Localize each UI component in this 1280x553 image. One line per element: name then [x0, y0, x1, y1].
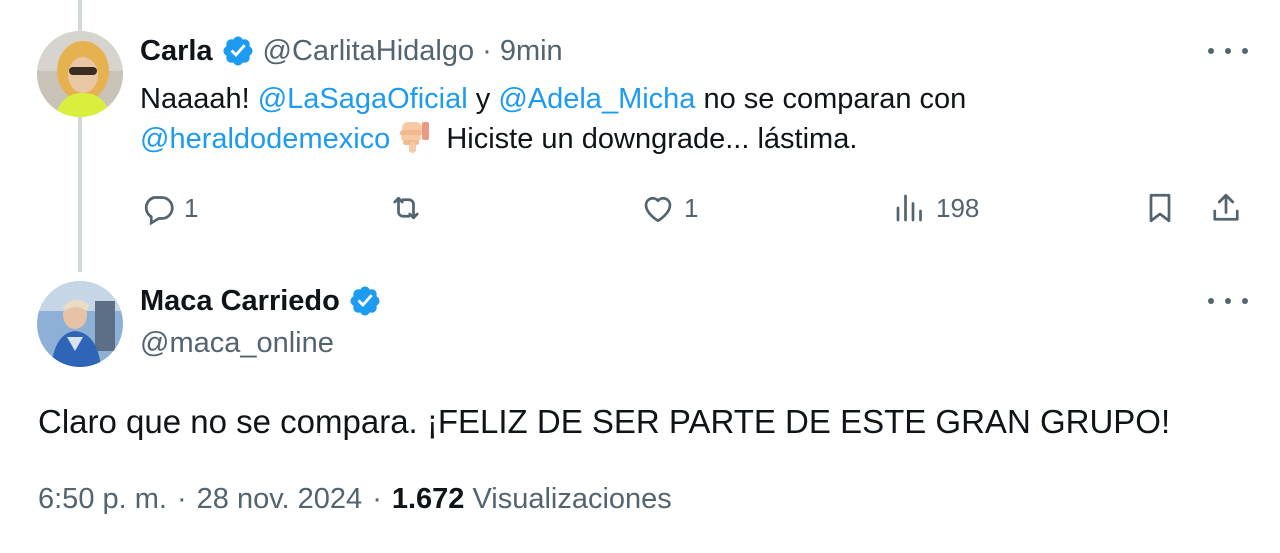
views-label: Visualizaciones: [472, 483, 672, 515]
tweet-date[interactable]: 28 nov. 2024: [197, 483, 363, 516]
verified-icon: [221, 34, 255, 68]
separator-dot: ·: [176, 483, 187, 515]
reply-count: 1: [184, 192, 199, 223]
tweet-time[interactable]: 9min: [500, 35, 563, 68]
views-count: 198: [936, 192, 980, 223]
mention-adela-micha[interactable]: @Adela_Micha: [498, 83, 695, 115]
separator-dot: ·: [372, 483, 382, 515]
like-count: 1: [684, 192, 699, 223]
parent-tweet-text: Naaaah! @LaSagaOficial y @Adela_Micha no…: [140, 79, 966, 159]
text-segment: y: [467, 83, 499, 115]
avatar-image: [37, 31, 123, 117]
separator-dot: ·: [482, 34, 492, 67]
author-name[interactable]: Maca Carriedo: [140, 285, 340, 318]
text-segment: Naaaah!: [140, 83, 258, 115]
more-options-icon[interactable]: [1208, 291, 1248, 311]
like-button[interactable]: 1: [640, 190, 698, 226]
tweet-metadata: 6:50 p. m. · 28 nov. 2024 · 1.672 Visual…: [38, 483, 672, 516]
avatar-carla[interactable]: [37, 31, 123, 117]
reply-icon: [144, 196, 174, 226]
mention-heraldodemexico[interactable]: @heraldodemexico: [140, 123, 390, 155]
share-button[interactable]: [1208, 190, 1244, 226]
author-handle[interactable]: @maca_online: [140, 327, 334, 360]
bookmark-icon: [1149, 193, 1171, 223]
views-button[interactable]: 198: [892, 190, 979, 226]
mention-lasagaoficial[interactable]: @LaSagaOficial: [258, 83, 468, 115]
share-icon: [1213, 193, 1239, 221]
tweet-time[interactable]: 6:50 p. m.: [38, 483, 167, 516]
views-icon: [896, 194, 922, 222]
thumbs-down-emoji-icon: [396, 120, 432, 154]
views-count[interactable]: 1.672: [392, 483, 465, 516]
reply-tweet-header: Maca Carriedo: [140, 284, 382, 318]
text-segment: no se comparan con: [695, 83, 967, 115]
like-icon: [644, 196, 672, 223]
repost-button[interactable]: [388, 190, 432, 226]
text-segment: Hiciste un downgrade... lástima.: [438, 123, 858, 155]
author-handle[interactable]: @CarlitaHidalgo: [263, 35, 475, 68]
reply-button[interactable]: 1: [140, 190, 198, 226]
reply-tweet-text: Claro que no se compara. ¡FELIZ DE SER P…: [38, 403, 1171, 440]
tweet-actions-bar: 1 1 198: [140, 190, 1250, 234]
parent-tweet-header: Carla @CarlitaHidalgo · 9min: [140, 34, 563, 68]
avatar-image: [37, 281, 123, 367]
repost-icon: [393, 196, 419, 220]
avatar-maca[interactable]: [37, 281, 123, 367]
author-name[interactable]: Carla: [140, 35, 213, 68]
more-options-icon[interactable]: [1208, 41, 1248, 61]
reply-handle-row: @maca_online: [140, 327, 334, 360]
verified-icon: [348, 284, 382, 318]
bookmark-button[interactable]: [1142, 190, 1178, 226]
